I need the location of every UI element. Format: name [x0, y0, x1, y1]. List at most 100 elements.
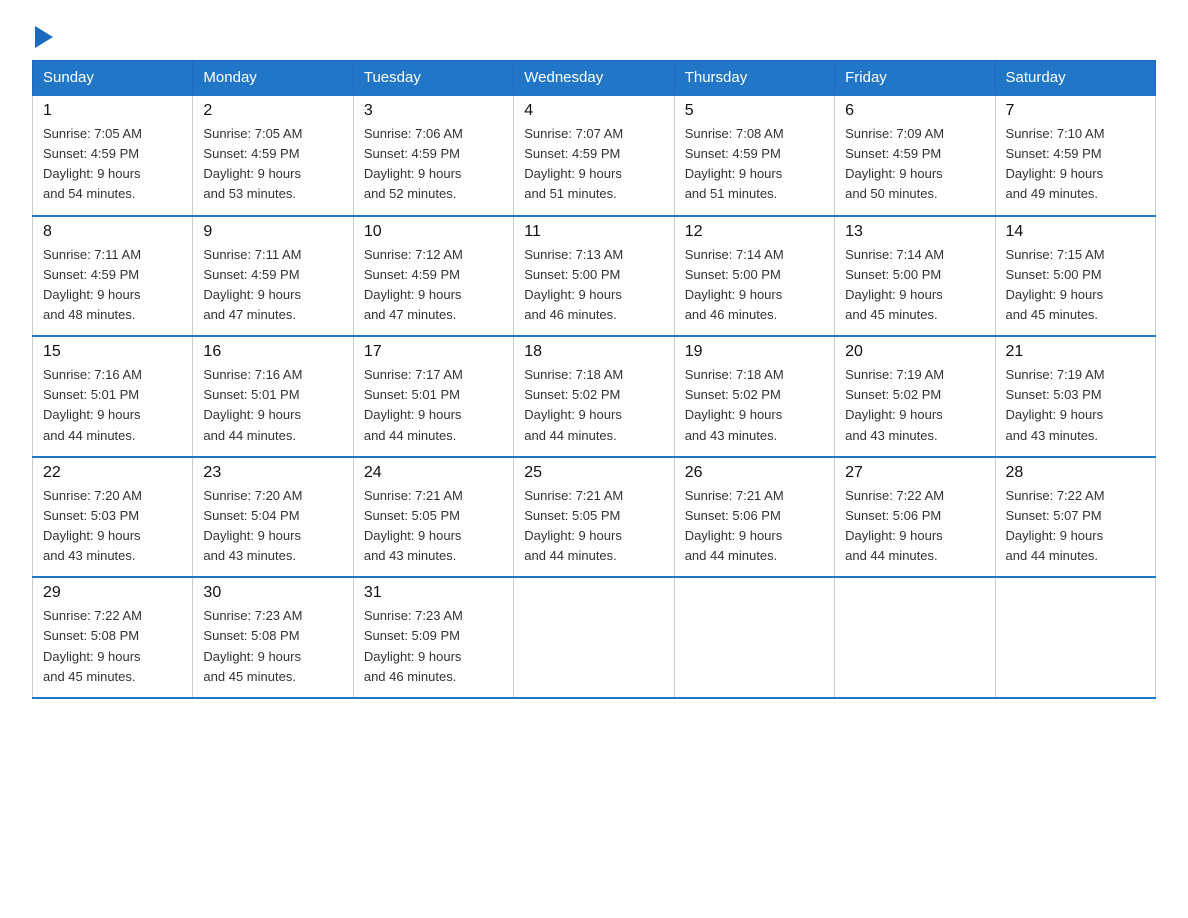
day-number: 16	[203, 343, 342, 361]
day-number: 12	[685, 223, 824, 241]
day-number: 11	[524, 223, 663, 241]
day-number: 30	[203, 584, 342, 602]
calendar-cell: 4 Sunrise: 7:07 AMSunset: 4:59 PMDayligh…	[514, 95, 674, 216]
day-info: Sunrise: 7:09 AMSunset: 4:59 PMDaylight:…	[845, 124, 984, 205]
calendar-cell	[995, 577, 1155, 698]
calendar-cell: 17 Sunrise: 7:17 AMSunset: 5:01 PMDaylig…	[353, 336, 513, 457]
logo	[32, 24, 53, 42]
header-friday: Friday	[835, 61, 995, 96]
day-info: Sunrise: 7:19 AMSunset: 5:02 PMDaylight:…	[845, 365, 984, 446]
calendar-cell: 25 Sunrise: 7:21 AMSunset: 5:05 PMDaylig…	[514, 457, 674, 578]
day-info: Sunrise: 7:07 AMSunset: 4:59 PMDaylight:…	[524, 124, 663, 205]
page-header	[32, 24, 1156, 42]
day-number: 20	[845, 343, 984, 361]
calendar-body: 1 Sunrise: 7:05 AMSunset: 4:59 PMDayligh…	[33, 95, 1156, 698]
calendar-week-2: 8 Sunrise: 7:11 AMSunset: 4:59 PMDayligh…	[33, 216, 1156, 337]
calendar-cell: 3 Sunrise: 7:06 AMSunset: 4:59 PMDayligh…	[353, 95, 513, 216]
day-info: Sunrise: 7:21 AMSunset: 5:06 PMDaylight:…	[685, 486, 824, 567]
calendar-cell: 8 Sunrise: 7:11 AMSunset: 4:59 PMDayligh…	[33, 216, 193, 337]
calendar-cell: 7 Sunrise: 7:10 AMSunset: 4:59 PMDayligh…	[995, 95, 1155, 216]
day-info: Sunrise: 7:21 AMSunset: 5:05 PMDaylight:…	[364, 486, 503, 567]
day-info: Sunrise: 7:13 AMSunset: 5:00 PMDaylight:…	[524, 245, 663, 326]
day-info: Sunrise: 7:18 AMSunset: 5:02 PMDaylight:…	[524, 365, 663, 446]
calendar-cell: 23 Sunrise: 7:20 AMSunset: 5:04 PMDaylig…	[193, 457, 353, 578]
day-info: Sunrise: 7:05 AMSunset: 4:59 PMDaylight:…	[43, 124, 182, 205]
day-info: Sunrise: 7:11 AMSunset: 4:59 PMDaylight:…	[43, 245, 182, 326]
day-info: Sunrise: 7:23 AMSunset: 5:08 PMDaylight:…	[203, 606, 342, 687]
day-number: 28	[1006, 464, 1145, 482]
calendar-week-4: 22 Sunrise: 7:20 AMSunset: 5:03 PMDaylig…	[33, 457, 1156, 578]
day-number: 17	[364, 343, 503, 361]
calendar-header: SundayMondayTuesdayWednesdayThursdayFrid…	[33, 61, 1156, 96]
day-number: 1	[43, 102, 182, 120]
day-info: Sunrise: 7:12 AMSunset: 4:59 PMDaylight:…	[364, 245, 503, 326]
calendar-cell: 6 Sunrise: 7:09 AMSunset: 4:59 PMDayligh…	[835, 95, 995, 216]
day-number: 22	[43, 464, 182, 482]
day-number: 2	[203, 102, 342, 120]
logo-general-text	[32, 24, 53, 48]
day-number: 24	[364, 464, 503, 482]
header-saturday: Saturday	[995, 61, 1155, 96]
calendar-cell: 1 Sunrise: 7:05 AMSunset: 4:59 PMDayligh…	[33, 95, 193, 216]
day-info: Sunrise: 7:08 AMSunset: 4:59 PMDaylight:…	[685, 124, 824, 205]
day-number: 29	[43, 584, 182, 602]
day-number: 5	[685, 102, 824, 120]
day-info: Sunrise: 7:14 AMSunset: 5:00 PMDaylight:…	[845, 245, 984, 326]
day-info: Sunrise: 7:20 AMSunset: 5:03 PMDaylight:…	[43, 486, 182, 567]
calendar-cell: 13 Sunrise: 7:14 AMSunset: 5:00 PMDaylig…	[835, 216, 995, 337]
day-info: Sunrise: 7:23 AMSunset: 5:09 PMDaylight:…	[364, 606, 503, 687]
day-info: Sunrise: 7:06 AMSunset: 4:59 PMDaylight:…	[364, 124, 503, 205]
day-number: 10	[364, 223, 503, 241]
day-number: 13	[845, 223, 984, 241]
logo-arrow-icon	[35, 26, 53, 48]
day-info: Sunrise: 7:10 AMSunset: 4:59 PMDaylight:…	[1006, 124, 1145, 205]
calendar-cell: 29 Sunrise: 7:22 AMSunset: 5:08 PMDaylig…	[33, 577, 193, 698]
day-info: Sunrise: 7:17 AMSunset: 5:01 PMDaylight:…	[364, 365, 503, 446]
day-info: Sunrise: 7:15 AMSunset: 5:00 PMDaylight:…	[1006, 245, 1145, 326]
calendar-cell: 31 Sunrise: 7:23 AMSunset: 5:09 PMDaylig…	[353, 577, 513, 698]
calendar-week-1: 1 Sunrise: 7:05 AMSunset: 4:59 PMDayligh…	[33, 95, 1156, 216]
day-number: 21	[1006, 343, 1145, 361]
calendar-cell: 22 Sunrise: 7:20 AMSunset: 5:03 PMDaylig…	[33, 457, 193, 578]
day-number: 23	[203, 464, 342, 482]
calendar-cell: 10 Sunrise: 7:12 AMSunset: 4:59 PMDaylig…	[353, 216, 513, 337]
calendar-cell: 19 Sunrise: 7:18 AMSunset: 5:02 PMDaylig…	[674, 336, 834, 457]
header-wednesday: Wednesday	[514, 61, 674, 96]
day-info: Sunrise: 7:16 AMSunset: 5:01 PMDaylight:…	[43, 365, 182, 446]
calendar-cell: 2 Sunrise: 7:05 AMSunset: 4:59 PMDayligh…	[193, 95, 353, 216]
header-row: SundayMondayTuesdayWednesdayThursdayFrid…	[33, 61, 1156, 96]
calendar-cell: 18 Sunrise: 7:18 AMSunset: 5:02 PMDaylig…	[514, 336, 674, 457]
day-info: Sunrise: 7:21 AMSunset: 5:05 PMDaylight:…	[524, 486, 663, 567]
header-sunday: Sunday	[33, 61, 193, 96]
day-number: 14	[1006, 223, 1145, 241]
day-number: 7	[1006, 102, 1145, 120]
calendar-cell: 14 Sunrise: 7:15 AMSunset: 5:00 PMDaylig…	[995, 216, 1155, 337]
day-number: 25	[524, 464, 663, 482]
day-info: Sunrise: 7:20 AMSunset: 5:04 PMDaylight:…	[203, 486, 342, 567]
day-info: Sunrise: 7:19 AMSunset: 5:03 PMDaylight:…	[1006, 365, 1145, 446]
day-info: Sunrise: 7:16 AMSunset: 5:01 PMDaylight:…	[203, 365, 342, 446]
calendar-week-5: 29 Sunrise: 7:22 AMSunset: 5:08 PMDaylig…	[33, 577, 1156, 698]
day-info: Sunrise: 7:22 AMSunset: 5:06 PMDaylight:…	[845, 486, 984, 567]
calendar-cell: 21 Sunrise: 7:19 AMSunset: 5:03 PMDaylig…	[995, 336, 1155, 457]
day-number: 27	[845, 464, 984, 482]
calendar-cell	[674, 577, 834, 698]
day-number: 15	[43, 343, 182, 361]
calendar-cell: 12 Sunrise: 7:14 AMSunset: 5:00 PMDaylig…	[674, 216, 834, 337]
calendar-cell: 5 Sunrise: 7:08 AMSunset: 4:59 PMDayligh…	[674, 95, 834, 216]
day-number: 18	[524, 343, 663, 361]
calendar-cell: 11 Sunrise: 7:13 AMSunset: 5:00 PMDaylig…	[514, 216, 674, 337]
day-info: Sunrise: 7:22 AMSunset: 5:08 PMDaylight:…	[43, 606, 182, 687]
calendar-cell: 24 Sunrise: 7:21 AMSunset: 5:05 PMDaylig…	[353, 457, 513, 578]
day-info: Sunrise: 7:11 AMSunset: 4:59 PMDaylight:…	[203, 245, 342, 326]
day-number: 26	[685, 464, 824, 482]
calendar-cell: 20 Sunrise: 7:19 AMSunset: 5:02 PMDaylig…	[835, 336, 995, 457]
day-info: Sunrise: 7:05 AMSunset: 4:59 PMDaylight:…	[203, 124, 342, 205]
calendar-cell: 27 Sunrise: 7:22 AMSunset: 5:06 PMDaylig…	[835, 457, 995, 578]
calendar-cell: 9 Sunrise: 7:11 AMSunset: 4:59 PMDayligh…	[193, 216, 353, 337]
day-number: 8	[43, 223, 182, 241]
header-monday: Monday	[193, 61, 353, 96]
day-number: 9	[203, 223, 342, 241]
calendar-table: SundayMondayTuesdayWednesdayThursdayFrid…	[32, 60, 1156, 699]
calendar-cell: 28 Sunrise: 7:22 AMSunset: 5:07 PMDaylig…	[995, 457, 1155, 578]
